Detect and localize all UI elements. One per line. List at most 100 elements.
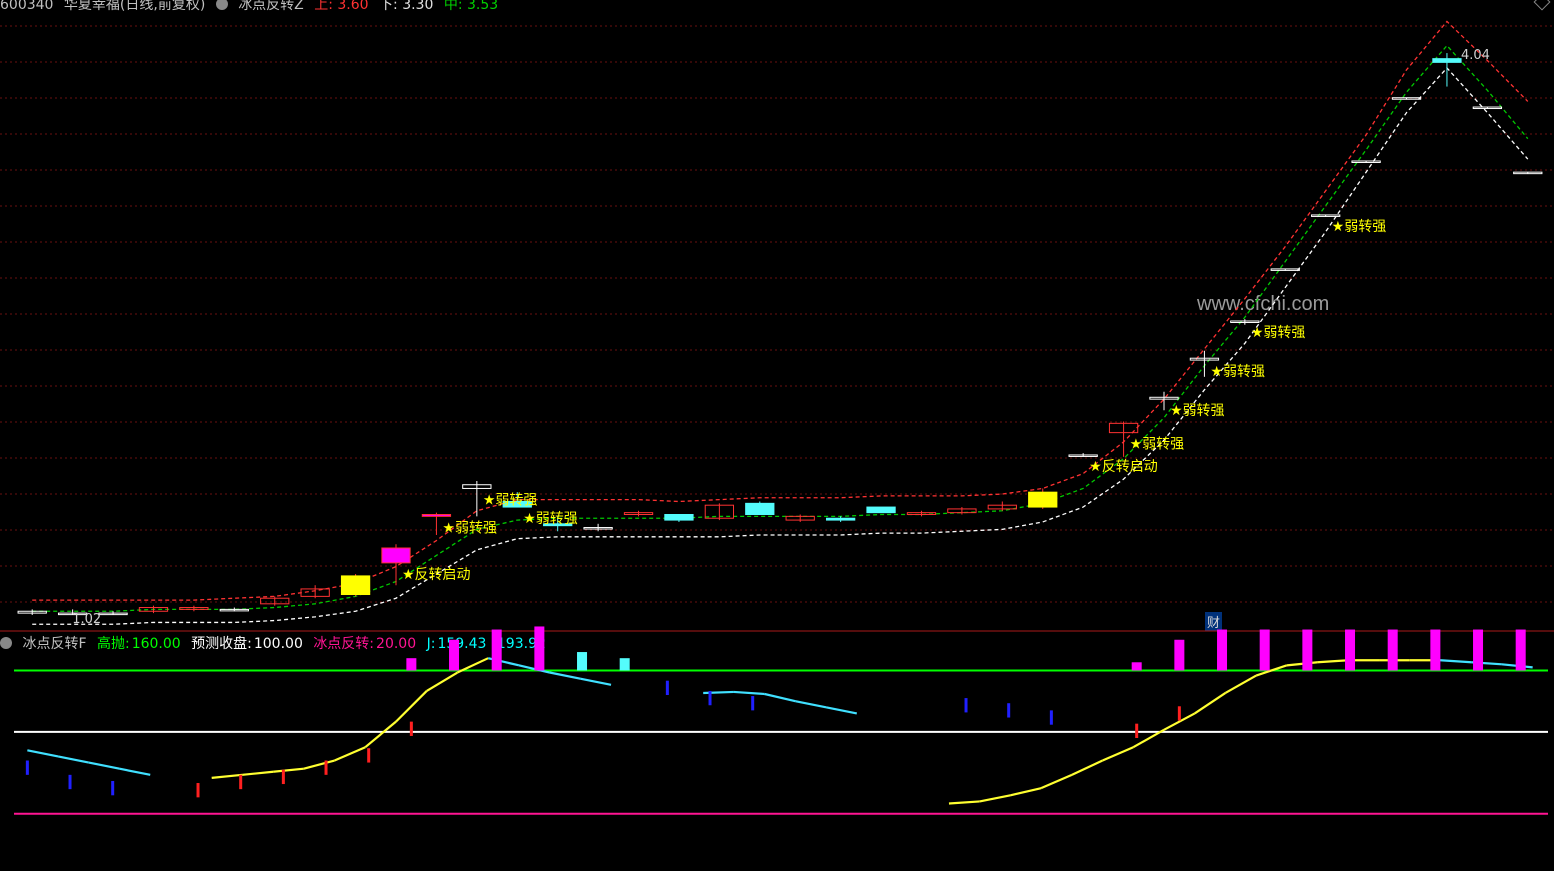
signal-bar bbox=[449, 639, 460, 671]
signal-label: ★反转启动 bbox=[402, 567, 471, 583]
signal-bar bbox=[68, 774, 72, 790]
candle[interactable] bbox=[1472, 106, 1503, 110]
signal-bar bbox=[1174, 639, 1185, 671]
signal-bar bbox=[1515, 629, 1526, 671]
signal-bar bbox=[196, 783, 200, 798]
candle[interactable] bbox=[987, 501, 1017, 511]
j-line-segment bbox=[979, 794, 1011, 803]
lower-band-line bbox=[32, 66, 1529, 625]
candle-body bbox=[866, 506, 896, 514]
signal-label: ★弱转强 bbox=[1170, 403, 1225, 419]
j-line-segment bbox=[549, 671, 581, 680]
candle[interactable] bbox=[1432, 53, 1462, 87]
candle-body bbox=[381, 547, 411, 564]
j-line-segment bbox=[334, 746, 366, 762]
j-line-segment bbox=[1010, 787, 1042, 797]
candle[interactable] bbox=[1391, 97, 1422, 100]
signal-bar bbox=[1049, 710, 1053, 725]
j-line-segment bbox=[211, 773, 243, 780]
candle[interactable] bbox=[1028, 488, 1058, 509]
j-line-segment bbox=[57, 755, 90, 764]
candle[interactable] bbox=[1068, 453, 1098, 457]
j-line-segment bbox=[580, 677, 612, 686]
signal-bar bbox=[1345, 629, 1356, 671]
signal-bar bbox=[1135, 723, 1139, 738]
candle-body bbox=[825, 517, 856, 521]
j-line-segment bbox=[119, 767, 151, 776]
upper-band-line bbox=[32, 20, 1529, 601]
j-line-segment bbox=[1440, 659, 1472, 664]
j-line-segment bbox=[1286, 661, 1318, 667]
candle[interactable] bbox=[17, 609, 47, 615]
stock-chart-window: 600340 华夏幸福(日线,前复权) 冰点反转Z 上: 3.60 下: 3.3… bbox=[0, 0, 1554, 871]
signal-bar bbox=[708, 690, 712, 706]
j-line-segment bbox=[1102, 746, 1134, 762]
candle[interactable] bbox=[219, 607, 249, 612]
candle-body bbox=[745, 502, 775, 516]
signal-bar bbox=[1177, 706, 1181, 721]
signal-bar bbox=[281, 769, 285, 785]
candle[interactable] bbox=[1513, 171, 1543, 175]
price-chart-svg[interactable]: ★反转启动 ★弱转强 ★弱转强 ★弱转强 ★反转启动 ★弱转强 ★弱转强 ★弱转强 ★弱转强 ★弱… bbox=[0, 0, 1554, 871]
candle[interactable] bbox=[825, 516, 856, 522]
signal-bar bbox=[1217, 629, 1228, 671]
candle-body bbox=[421, 514, 452, 517]
candle[interactable] bbox=[785, 514, 815, 522]
min-price-label: 1.02 bbox=[72, 612, 101, 627]
j-line-segment bbox=[242, 770, 274, 776]
j-line-segment bbox=[948, 800, 980, 805]
j-line-segment bbox=[27, 749, 59, 758]
candle[interactable] bbox=[745, 501, 775, 516]
candle-body bbox=[664, 514, 694, 521]
j-line-segment bbox=[764, 692, 796, 703]
signal-bar bbox=[1131, 662, 1142, 671]
j-line-segment bbox=[795, 700, 827, 709]
signal-label: ★弱转强 bbox=[483, 492, 538, 508]
signal-bar bbox=[239, 774, 243, 790]
candle[interactable] bbox=[1351, 160, 1381, 163]
signal-label: ★弱转强 bbox=[442, 520, 497, 536]
j-line-segment bbox=[1317, 659, 1349, 664]
candle[interactable] bbox=[179, 605, 209, 612]
candle[interactable] bbox=[1311, 214, 1341, 217]
j-line-segment bbox=[703, 690, 734, 695]
j-line-segment bbox=[273, 767, 304, 773]
signal-bar bbox=[619, 658, 630, 671]
candle[interactable] bbox=[664, 514, 694, 522]
j-line-segment bbox=[303, 759, 335, 770]
candle[interactable] bbox=[340, 574, 371, 597]
candle[interactable] bbox=[138, 605, 169, 614]
signal-bar bbox=[665, 680, 669, 696]
signal-bar bbox=[1473, 629, 1484, 671]
signal-label: ★弱转强 bbox=[1210, 364, 1265, 380]
signal-label: ★弱转强 bbox=[523, 511, 578, 527]
j-line-segment bbox=[733, 690, 765, 696]
candle[interactable] bbox=[583, 523, 613, 532]
candle[interactable] bbox=[866, 506, 896, 514]
candle-body bbox=[1432, 58, 1462, 63]
signal-bar bbox=[25, 760, 29, 775]
signal-bar bbox=[1430, 629, 1441, 671]
signal-bar bbox=[534, 626, 545, 671]
signal-bar bbox=[406, 658, 417, 671]
j-line-segment bbox=[1224, 674, 1257, 694]
signal-bar bbox=[111, 780, 115, 796]
signal-bar bbox=[1259, 629, 1270, 671]
max-price-label: 4.04 bbox=[1461, 48, 1490, 63]
signal-label: ★反转启动 bbox=[1089, 459, 1158, 475]
j-line-segment bbox=[364, 720, 397, 749]
j-line-segment bbox=[1040, 773, 1073, 790]
signal-bar bbox=[751, 696, 755, 711]
candle[interactable] bbox=[1230, 319, 1260, 325]
j-line-segment bbox=[1071, 759, 1104, 776]
signal-bar bbox=[1302, 629, 1313, 671]
signal-bar bbox=[1007, 703, 1011, 718]
candle[interactable] bbox=[1270, 268, 1300, 271]
candle[interactable] bbox=[623, 510, 654, 517]
signal-label: ★弱转强 bbox=[1130, 437, 1185, 453]
candle[interactable] bbox=[704, 503, 735, 521]
j-line-segment bbox=[825, 706, 858, 715]
candle[interactable] bbox=[260, 596, 290, 606]
signal-label: ★弱转强 bbox=[1332, 219, 1387, 235]
signal-bar bbox=[577, 652, 588, 671]
